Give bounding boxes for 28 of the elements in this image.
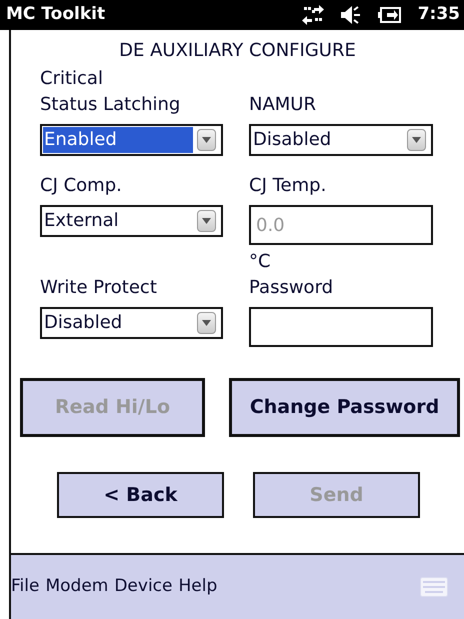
dropdown[interactable]: External <box>40 205 223 237</box>
dropdown-arrow-icon <box>202 218 211 224</box>
field-label: NAMUR <box>249 93 317 117</box>
app-title: MC Toolkit <box>6 3 106 26</box>
menu-item[interactable]: Modem <box>45 574 108 600</box>
dropdown[interactable]: Enabled <box>40 124 223 156</box>
clock-time: 7:35 <box>418 3 460 26</box>
dropdown[interactable]: Disabled <box>249 124 433 156</box>
speaker-icon[interactable] <box>340 5 362 25</box>
screen-heading: DE AUXILIARY CONFIGURE <box>118 39 357 63</box>
menu-item[interactable]: Help <box>178 574 218 600</box>
nav-button[interactable]: < Back <box>57 472 224 518</box>
menu-item[interactable]: Device <box>114 574 172 600</box>
dropdown[interactable]: Disabled <box>40 307 223 339</box>
action-button[interactable]: Change Password <box>229 378 460 437</box>
dropdown-arrow-icon <box>202 320 211 326</box>
dropdown-arrow-icon <box>202 137 211 143</box>
field-label: Critical Status Latching <box>40 67 182 117</box>
battery-icon[interactable] <box>378 6 402 24</box>
dropdown-arrow-icon <box>412 137 421 143</box>
menu-item[interactable]: File <box>11 574 40 600</box>
field-label: CJ Comp. <box>40 174 123 198</box>
field-label: Password <box>249 276 334 300</box>
password-field[interactable] <box>249 307 433 347</box>
unit-label: °C <box>249 250 272 274</box>
field-label: Write Protect <box>40 276 158 300</box>
field-label: CJ Temp. <box>249 174 328 198</box>
connectivity-icon[interactable] <box>302 5 324 25</box>
